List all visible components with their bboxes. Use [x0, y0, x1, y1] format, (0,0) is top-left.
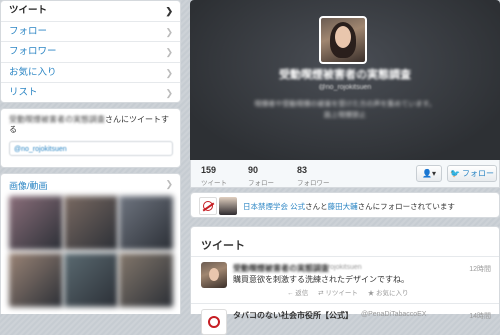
stat-label: ツイート — [201, 180, 227, 187]
tweet-item[interactable]: タバコのない社会市役所【公式】 @PenaDiTabaccoEX 14時間 — [191, 304, 499, 335]
tweet-to-input[interactable]: @no_rojokitsuen — [9, 141, 173, 156]
profile-bio: 路上喫煙禁止 — [324, 112, 366, 119]
media-box: 画像/動画 ❯ — [0, 173, 181, 314]
no-smoking-icon — [208, 316, 220, 328]
tweet-timestamp[interactable]: 14時間 — [469, 311, 491, 321]
retweet-action[interactable]: ⇄ リツイート — [318, 290, 358, 297]
stat-label: フォロー — [248, 180, 274, 187]
tweet-avatar[interactable] — [201, 309, 227, 335]
tweet-author-handle: @no_rojokitsuen — [309, 264, 362, 271]
notice-connector: さんと — [305, 202, 328, 211]
bird-icon: 🐦 — [450, 169, 460, 178]
followed-by-text: 日本禁煙学会 公式さんと藤田大輔さんにフォローされています — [243, 201, 455, 212]
stat-number: 83 — [297, 165, 308, 175]
media-thumbnail[interactable] — [9, 253, 63, 307]
media-thumbnail[interactable] — [119, 253, 173, 307]
favorite-action[interactable]: ★ お気に入り — [368, 290, 409, 297]
avatar-face — [209, 268, 219, 281]
nav-item-tweets[interactable]: ツイート ❯ — [1, 1, 180, 22]
tweet-to-box: 受動喫煙被害者の実態調査さんにツイートする @no_rojokitsuen — [0, 108, 181, 168]
chevron-right-icon: ❯ — [165, 6, 173, 16]
tweet-text: 購買意欲を刺激する洗練されたデザインですね。 — [233, 275, 409, 284]
nav-item-label: リスト — [9, 87, 38, 98]
tweet-actions: ← 返信 ⇄ リツイート ★ お気に入り — [287, 287, 417, 297]
stat-number: 90 — [248, 165, 259, 175]
stat-number: 159 — [201, 165, 217, 175]
tweet-timeline: ツイート 受動喫煙被害者の実態調査 @no_rojokitsuen 12時間 購… — [190, 226, 500, 335]
profile-avatar[interactable] — [319, 16, 367, 64]
stat-followers[interactable]: 83 フォロワー — [297, 165, 330, 187]
chevron-right-icon: ❯ — [165, 179, 173, 189]
chevron-right-icon: ❯ — [165, 26, 173, 37]
media-thumbnail[interactable] — [64, 196, 118, 250]
followed-by-notice: 日本禁煙学会 公式さんと藤田大輔さんにフォローされています — [190, 192, 500, 218]
nav-item-lists[interactable]: リスト ❯ — [1, 83, 180, 102]
tweet-author-handle: @PenaDiTabaccoEX — [361, 311, 427, 318]
media-thumbnail[interactable] — [9, 196, 63, 250]
nav-item-favorites[interactable]: お気に入り ❯ — [1, 63, 180, 83]
follower-avatar[interactable] — [219, 197, 237, 215]
profile-nav: ツイート ❯ フォロー ❯ フォロワー ❯ お気に入り ❯ リスト ❯ — [0, 0, 181, 103]
profile-bio: 喫煙者や受動喫煙の被害を受けた方の声を集めています。 — [254, 101, 436, 108]
stat-label: フォロワー — [297, 180, 330, 187]
nav-item-label: フォロー — [9, 25, 48, 37]
follower-link[interactable]: 日本禁煙学会 公式 — [243, 202, 305, 211]
tweet-item[interactable]: 受動喫煙被害者の実態調査 @no_rojokitsuen 12時間 購買意欲を刺… — [191, 257, 499, 304]
follow-button-label: フォロー — [461, 169, 494, 178]
profile-name: 受動喫煙被害者の実態調査 — [279, 69, 411, 81]
reply-action[interactable]: ← 返信 — [287, 290, 308, 297]
follower-link[interactable]: 藤田大輔 — [328, 202, 358, 211]
chevron-right-icon: ❯ — [165, 67, 173, 78]
tweet-timestamp[interactable]: 12時間 — [469, 264, 491, 274]
tweet-to-username: 受動喫煙被害者の実態調査 — [9, 115, 105, 124]
media-thumbnail[interactable] — [119, 196, 173, 250]
stat-following[interactable]: 90 フォロー — [248, 165, 274, 187]
profile-stats-bar: 159 ツイート 90 フォロー 83 フォロワー 👤▾ 🐦 フォロー — [190, 160, 500, 188]
stat-tweets[interactable]: 159 ツイート — [201, 165, 227, 187]
timeline-title: ツイート — [201, 240, 245, 252]
tweet-avatar[interactable] — [201, 262, 227, 288]
media-grid — [9, 196, 173, 308]
nav-item-label: お気に入り — [9, 66, 57, 78]
nav-item-label: フォロワー — [9, 46, 57, 57]
nav-item-following[interactable]: フォロー ❯ — [1, 22, 180, 42]
tweet-to-prompt: 受動喫煙被害者の実態調査さんにツイートする — [9, 115, 172, 135]
media-title[interactable]: 画像/動画 — [9, 179, 172, 192]
profile-header: 受動喫煙被害者の実態調査 @no_rojokitsuen 喫煙者や受動喫煙の被害… — [190, 0, 500, 160]
user-actions-button[interactable]: 👤▾ — [416, 165, 442, 182]
follower-avatar[interactable] — [199, 197, 217, 215]
chevron-right-icon: ❯ — [165, 88, 173, 98]
tweet-author-name[interactable]: タバコのない社会市役所【公式】 — [233, 310, 353, 321]
chevron-right-icon: ❯ — [165, 47, 173, 57]
nav-item-followers[interactable]: フォロワー ❯ — [1, 42, 180, 63]
media-thumbnail[interactable] — [64, 253, 118, 307]
notice-suffix: さんにフォローされています — [357, 202, 455, 211]
profile-handle: @no_rojokitsuen — [318, 84, 372, 91]
nav-item-label: ツイート — [9, 5, 48, 16]
avatar-face — [335, 26, 351, 48]
follow-button[interactable]: 🐦 フォロー — [447, 165, 497, 182]
